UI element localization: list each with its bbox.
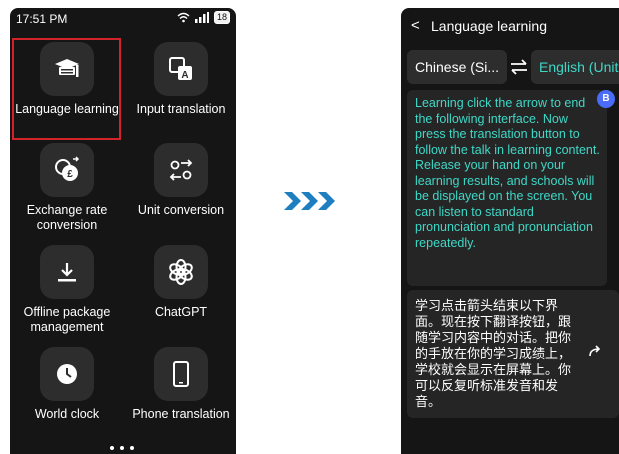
clock-icon [57,364,77,384]
transition-arrows [282,188,340,219]
app-exchange-rate-conversion[interactable]: £ Exchange rate conversion [12,143,122,243]
app-label: Offline package management [23,305,111,334]
avatar-badge: B [597,90,615,108]
translated-text-bubble: Learning click the arrow to end the foll… [407,90,607,286]
source-language-button[interactable]: Chinese (Si... [407,50,507,84]
left-phone-screen: 17:51 PM 18 Language learning A Input tr… [10,8,236,454]
app-world-clock[interactable]: World clock [12,347,122,447]
triple-chevron-right-icon [284,192,335,210]
share-arrow-icon[interactable] [587,344,603,358]
wifi-icon [177,12,190,23]
app-label: Unit conversion [137,203,225,217]
selection-highlight [12,38,121,140]
app-unit-conversion[interactable]: Unit conversion [126,143,236,243]
app-label: ChatGPT [154,305,208,319]
svg-text:A: A [181,70,188,81]
page-title: Language learning [431,18,547,34]
signal-icon [194,12,209,23]
top-bar: < Language learning [401,8,619,44]
app-offline-package-management[interactable]: Offline package management [12,245,122,345]
unit-conversion-icon [169,159,193,181]
status-bar: 17:51 PM 18 [10,8,236,30]
app-label: Input translation [136,102,226,116]
translate-icon: A [169,57,192,81]
back-icon[interactable]: < [411,17,420,34]
app-chatgpt[interactable]: ChatGPT [126,245,236,345]
swap-languages-icon[interactable] [508,56,530,78]
svg-text:£: £ [67,169,73,180]
battery-icon: 18 [213,11,230,24]
status-time: 17:51 PM [16,12,68,26]
app-label: Exchange rate conversion [26,203,108,232]
app-label: Phone translation [132,407,230,421]
phone-icon [173,361,189,387]
chatgpt-icon [169,259,193,285]
target-language-button[interactable]: English (Unit... [531,50,619,84]
app-input-translation[interactable]: A Input translation [126,42,236,142]
currency-exchange-icon: £ [55,156,80,181]
app-label: World clock [34,407,100,421]
download-icon [58,263,76,282]
app-phone-translation[interactable]: Phone translation [126,347,236,447]
right-phone-screen: < Language learning Chinese (Si... Engli… [401,8,619,454]
language-selector-bar: Chinese (Si... English (Unit... [407,50,619,84]
page-indicator [110,446,134,450]
